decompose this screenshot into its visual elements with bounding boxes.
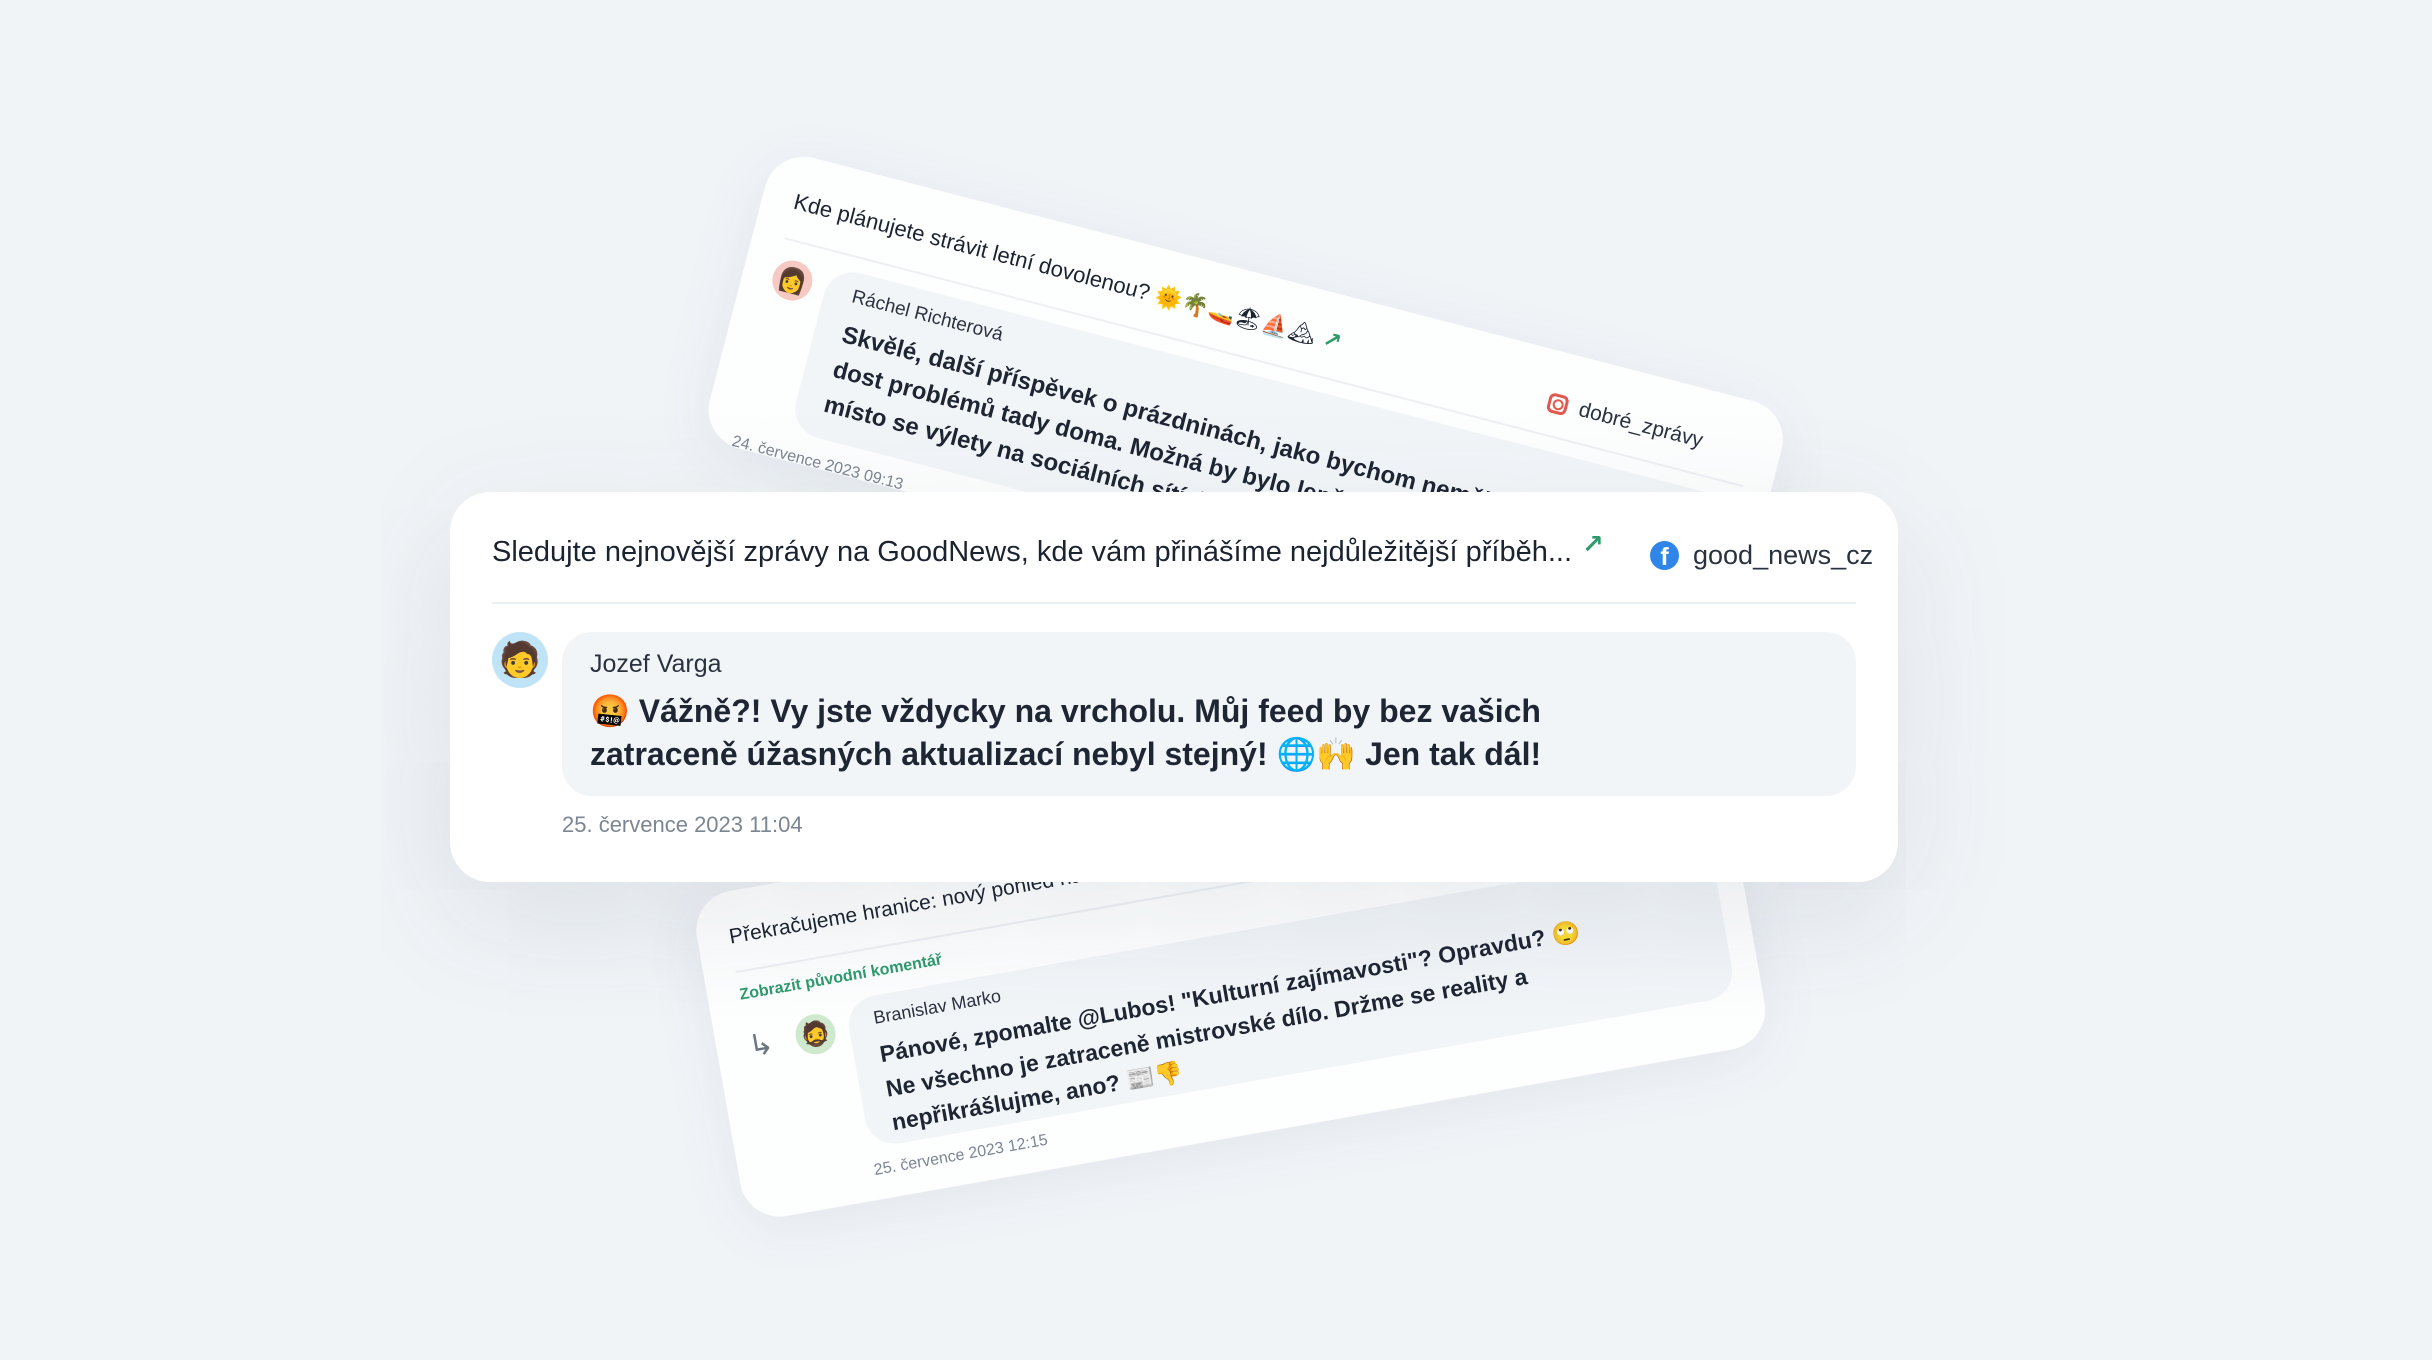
- comment-author[interactable]: Jozef Varga: [590, 650, 722, 679]
- comment-timestamp: 25. července 2023 11:04: [562, 812, 803, 837]
- post-text: Sledujte nejnovější zprávy na GoodNews, …: [492, 536, 1573, 568]
- divider: [492, 602, 1856, 604]
- post-preview[interactable]: Sledujte nejnovější zprávy na GoodNews, …: [492, 529, 1604, 569]
- avatar[interactable]: 🧑: [492, 632, 548, 688]
- avatar-face-icon: 🧑: [498, 640, 542, 680]
- source-handle: good_news_cz: [1693, 540, 1874, 570]
- avatar[interactable]: 👩: [767, 256, 817, 305]
- source-badge[interactable]: f good_news_cz: [1650, 540, 1873, 571]
- external-link-arrow-icon[interactable]: ↗: [1320, 326, 1344, 356]
- external-link-arrow-icon[interactable]: ↗: [1582, 529, 1604, 560]
- comment-text-line-2: zatraceně úžasných aktualizací nebyl ste…: [590, 736, 1542, 772]
- reply-arrow-icon: ↳: [745, 1026, 777, 1064]
- comment-text-line-1: 🤬 Vážně?! Vy jste vždycky na vrcholu. Mů…: [590, 693, 1541, 729]
- avatar-face-icon: 👩: [774, 263, 811, 298]
- source-handle: dobré_zprávy: [1576, 398, 1706, 453]
- instagram-icon: [1545, 391, 1570, 417]
- facebook-icon: f: [1650, 541, 1679, 570]
- source-badge[interactable]: dobré_zprávy: [1545, 390, 1705, 453]
- comment-text: 🤬 Vážně?! Vy jste vždycky na vrcholu. Mů…: [590, 690, 1541, 776]
- avatar-face-icon: 🧔: [798, 1017, 833, 1051]
- avatar[interactable]: 🧔: [792, 1011, 839, 1058]
- post-card-goodnews: Sledujte nejnovější zprávy na GoodNews, …: [450, 492, 1898, 882]
